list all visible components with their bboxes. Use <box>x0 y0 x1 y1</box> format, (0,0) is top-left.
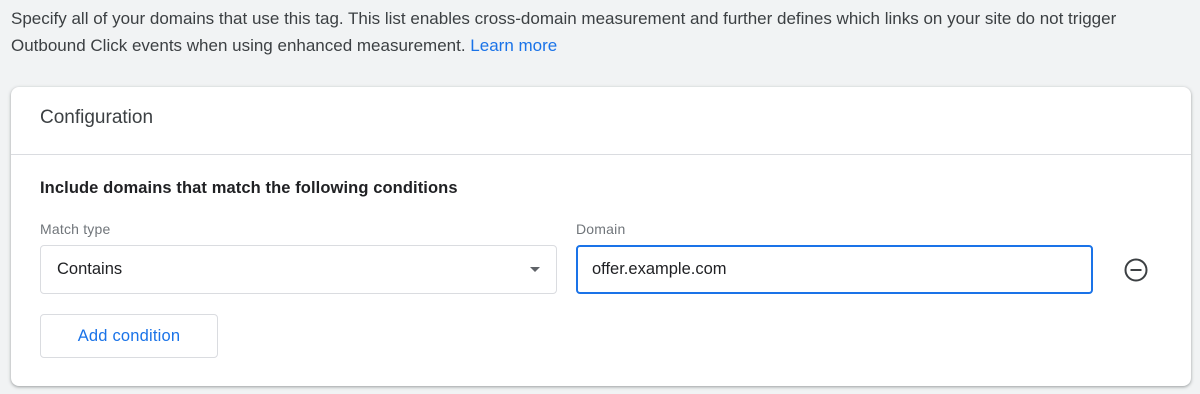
description-body: Specify all of your domains that use thi… <box>11 9 1117 55</box>
conditions-heading: Include domains that match the following… <box>40 179 458 197</box>
add-condition-button[interactable]: Add condition <box>40 314 218 358</box>
match-type-label: Match type <box>40 221 111 237</box>
domain-input[interactable] <box>576 245 1093 294</box>
configuration-card: Configuration Include domains that match… <box>11 87 1191 386</box>
domain-label: Domain <box>576 221 626 237</box>
match-type-value: Contains <box>57 260 123 278</box>
description-text: Specify all of your domains that use thi… <box>11 5 1191 59</box>
card-header: Configuration <box>11 87 1191 155</box>
card-title: Configuration <box>40 107 154 128</box>
learn-more-link[interactable]: Learn more <box>470 36 557 55</box>
match-type-select[interactable]: Contains <box>40 245 557 294</box>
remove-circle-icon[interactable] <box>1121 255 1151 285</box>
dropdown-caret-icon <box>530 267 540 272</box>
